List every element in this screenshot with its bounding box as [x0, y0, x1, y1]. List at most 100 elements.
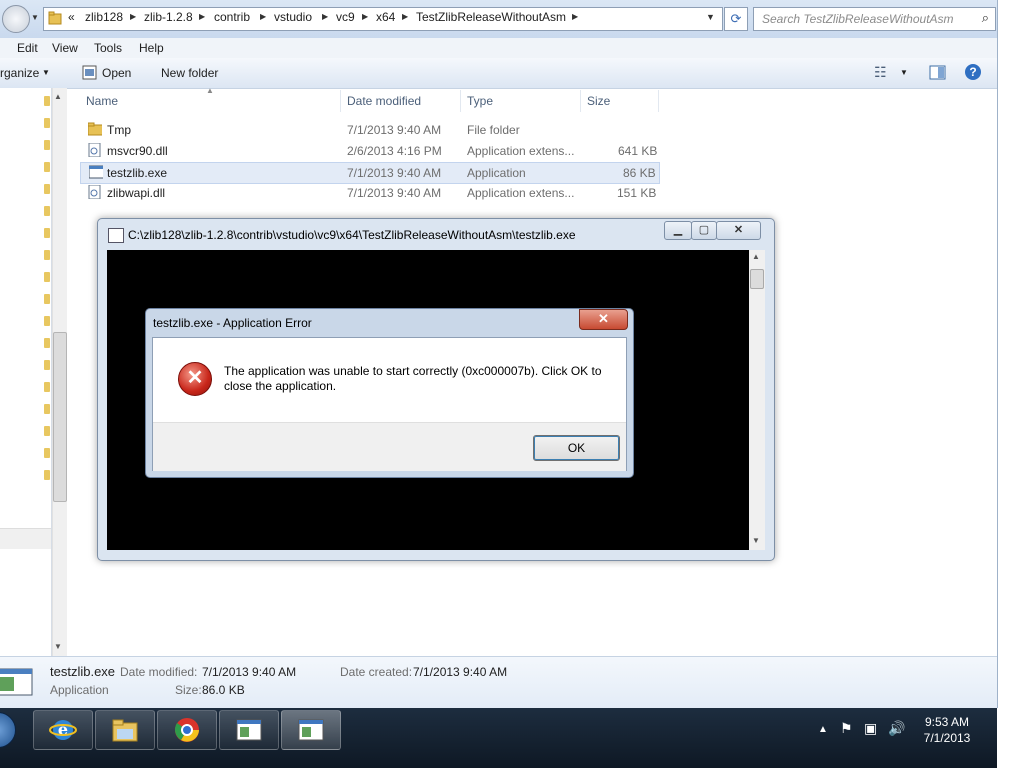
crumb-vstudio[interactable]: vstudio	[274, 10, 312, 24]
folder-icon[interactable]	[44, 382, 50, 392]
open-button[interactable]: Open	[102, 66, 131, 80]
file-row-selected[interactable]: testzlib.exe 7/1/2013 9:40 AM Applicatio…	[80, 162, 660, 184]
folder-icon[interactable]	[44, 470, 50, 480]
file-row[interactable]: msvcr90.dll 2/6/2013 4:16 PM Application…	[80, 141, 658, 161]
column-divider[interactable]	[340, 90, 341, 112]
folder-icon	[88, 122, 102, 136]
network-icon[interactable]: ▣	[864, 720, 877, 737]
maximize-button[interactable]: ▢	[691, 221, 717, 240]
folder-icon[interactable]	[44, 316, 50, 326]
system-clock[interactable]: 9:53 AM 7/1/2013	[918, 714, 976, 746]
column-header-size[interactable]: Size	[587, 94, 610, 108]
chevron-right-icon[interactable]: ▶	[322, 12, 328, 21]
folder-icon[interactable]	[44, 96, 50, 106]
console-title: C:\zlib128\zlib-1.2.8\contrib\vstudio\vc…	[128, 228, 576, 242]
address-dropdown-icon[interactable]: ▼	[706, 12, 715, 22]
close-button[interactable]: ✕	[579, 309, 628, 330]
file-row[interactable]: zlibwapi.dll 7/1/2013 9:40 AM Applicatio…	[80, 183, 658, 203]
start-button[interactable]	[0, 712, 16, 748]
scroll-down-icon[interactable]: ▼	[752, 536, 760, 545]
crumb-vc9[interactable]: vc9	[336, 10, 355, 24]
history-dropdown-icon[interactable]: ▼	[31, 13, 39, 22]
column-divider[interactable]	[658, 90, 659, 112]
crumb-contrib[interactable]: contrib	[214, 10, 250, 24]
scroll-thumb[interactable]	[53, 332, 67, 502]
help-icon[interactable]: ?	[965, 64, 981, 80]
chevron-right-icon[interactable]: ▶	[362, 12, 368, 21]
address-path-box[interactable]: « zlib128 ▶ zlib-1.2.8 ▶ contrib ▶ vstud…	[43, 7, 723, 31]
folder-icon[interactable]	[44, 162, 50, 172]
crumb-x64[interactable]: x64	[376, 10, 395, 24]
nav-horizontal-scrollbar[interactable]	[0, 528, 51, 549]
folder-icon[interactable]	[44, 206, 50, 216]
folder-icon[interactable]	[44, 228, 50, 238]
folder-icon[interactable]	[44, 338, 50, 348]
column-header-date[interactable]: Date modified	[347, 94, 421, 108]
folder-icon[interactable]	[44, 404, 50, 414]
menu-edit[interactable]: Edit	[17, 41, 38, 55]
scroll-up-icon[interactable]: ▲	[54, 92, 62, 101]
column-header-name[interactable]: Name	[86, 94, 118, 108]
chevron-right-icon[interactable]: ▶	[572, 12, 578, 21]
crumb-zlib128[interactable]: zlib128	[85, 10, 123, 24]
folder-icon[interactable]	[44, 272, 50, 282]
folder-icon[interactable]	[44, 294, 50, 304]
folder-icon[interactable]	[44, 140, 50, 150]
taskbar-app-button[interactable]	[219, 710, 279, 750]
search-input[interactable]: Search TestZlibReleaseWithoutAsm ⌕	[753, 7, 996, 31]
preview-pane-icon[interactable]	[929, 65, 946, 80]
organize-dropdown-icon[interactable]: ▼	[42, 68, 50, 77]
taskbar-app-button[interactable]	[157, 710, 217, 750]
refresh-icon[interactable]: ⟳	[724, 7, 748, 31]
view-dropdown-icon[interactable]: ▼	[900, 68, 908, 77]
exe-icon	[0, 668, 33, 696]
crumb-zlib-1-2-8[interactable]: zlib-1.2.8	[144, 10, 193, 24]
menu-tools[interactable]: Tools	[94, 41, 122, 55]
folder-icon[interactable]	[44, 118, 50, 128]
taskbar-app-button[interactable]: e	[33, 710, 93, 750]
scroll-up-icon[interactable]: ▲	[752, 252, 760, 261]
folder-icon[interactable]	[44, 250, 50, 260]
chevron-right-icon[interactable]: ▶	[199, 12, 205, 21]
file-type: File folder	[467, 123, 520, 137]
folder-icon[interactable]	[44, 448, 50, 458]
view-options-icon[interactable]: ☷	[874, 64, 887, 81]
scroll-thumb[interactable]	[750, 269, 764, 289]
internet-explorer-icon: e	[49, 720, 77, 740]
file-row[interactable]: Tmp 7/1/2013 9:40 AM File folder	[80, 120, 658, 140]
details-pane: testzlib.exe Date modified: 7/1/2013 9:4…	[0, 656, 997, 709]
column-header-type[interactable]: Type	[467, 94, 493, 108]
chevron-right-icon[interactable]: ▶	[130, 12, 136, 21]
folder-icon[interactable]	[44, 184, 50, 194]
taskbar-app-button-active[interactable]	[281, 710, 341, 750]
menu-help[interactable]: Help	[139, 41, 164, 55]
chevron-right-icon[interactable]: ▶	[260, 12, 266, 21]
new-folder-button[interactable]: New folder	[161, 66, 218, 80]
taskbar-app-button[interactable]	[95, 710, 155, 750]
application-error-dialog[interactable]: testzlib.exe - Application Error ✕ ✕ The…	[145, 308, 634, 478]
dll-icon	[88, 185, 101, 199]
scroll-down-icon[interactable]: ▼	[54, 642, 62, 651]
crumb-overflow-icon[interactable]: «	[68, 10, 75, 24]
back-button[interactable]	[2, 5, 30, 33]
console-app-icon	[298, 719, 324, 741]
column-divider[interactable]	[460, 90, 461, 112]
show-hidden-icons-icon[interactable]: ▲	[818, 724, 828, 735]
volume-icon[interactable]: 🔊	[888, 720, 905, 737]
folder-icon[interactable]	[44, 360, 50, 370]
folder-icon[interactable]	[44, 426, 50, 436]
minimize-button[interactable]: ▁	[664, 221, 692, 240]
console-app-icon[interactable]	[108, 228, 124, 243]
navigation-pane[interactable]	[0, 88, 52, 656]
console-scrollbar[interactable]: ▲ ▼	[749, 250, 765, 550]
close-button[interactable]: ✕	[716, 221, 761, 240]
ok-button[interactable]: OK	[533, 435, 620, 461]
chevron-right-icon[interactable]: ▶	[402, 12, 408, 21]
details-file-name: testzlib.exe	[50, 664, 116, 679]
menu-view[interactable]: View	[52, 41, 78, 55]
organize-button[interactable]: rganize	[0, 66, 39, 80]
search-icon[interactable]: ⌕	[982, 10, 989, 26]
column-divider[interactable]	[580, 90, 581, 112]
action-center-icon[interactable]: ⚑	[840, 720, 853, 737]
crumb-current-folder[interactable]: TestZlibReleaseWithoutAsm	[416, 10, 566, 24]
